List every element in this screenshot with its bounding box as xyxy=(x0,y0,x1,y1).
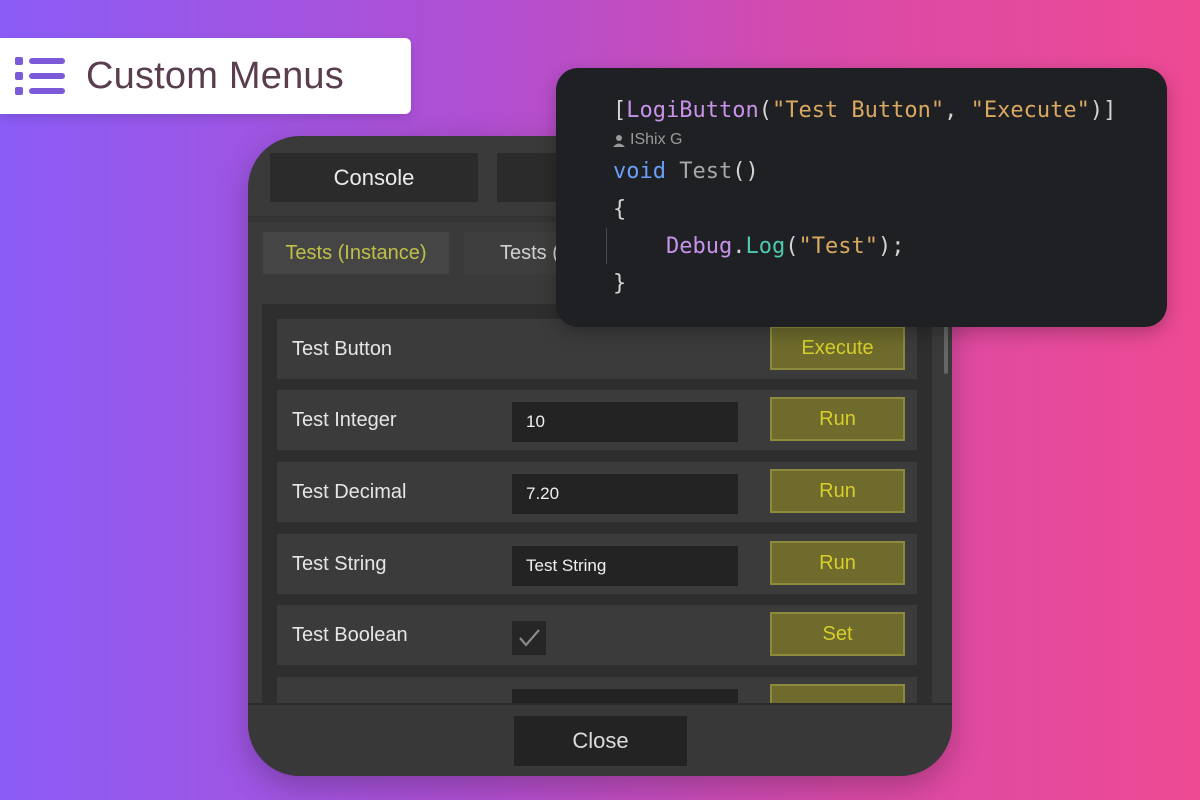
code-token: () xyxy=(732,159,759,184)
code-line-attribute: [LogiButton("Test Button", "Execute")] xyxy=(613,98,1116,123)
code-line-signature: void Test() xyxy=(613,159,759,184)
code-function: Test xyxy=(679,159,733,184)
code-token: , xyxy=(944,98,971,123)
close-button[interactable]: Close xyxy=(514,716,687,766)
code-keyword: void xyxy=(613,159,666,184)
set-button[interactable]: Set xyxy=(770,612,905,656)
boolean-checkbox[interactable] xyxy=(512,621,546,655)
row-label: Test String xyxy=(292,552,387,575)
tab-console[interactable]: Console xyxy=(270,153,478,202)
tab-tests-instance[interactable]: Tests (Instance) xyxy=(263,232,449,274)
test-row: Test String Test String Run xyxy=(277,534,917,594)
run-button[interactable]: Run xyxy=(770,541,905,585)
list-icon xyxy=(15,57,65,95)
header-badge: Custom Menus xyxy=(0,38,411,114)
code-line-close-brace: } xyxy=(613,271,627,296)
code-line-open-brace: { xyxy=(613,197,627,222)
code-token: . xyxy=(732,234,746,259)
row-label: Test Decimal xyxy=(292,480,407,503)
test-row: Test Decimal 7.20 Run xyxy=(277,462,917,522)
test-row: Test Boolean Set xyxy=(277,605,917,665)
indent-guide xyxy=(606,228,607,264)
code-string: "Test Button" xyxy=(771,98,945,123)
row-label: Test Boolean xyxy=(292,623,408,646)
run-button[interactable]: Run xyxy=(770,397,905,441)
code-token: ); xyxy=(877,234,905,259)
code-token: ( xyxy=(758,98,772,123)
code-line-body: Debug.Log("Test"); xyxy=(666,234,904,259)
person-icon xyxy=(613,134,625,147)
code-token: ( xyxy=(785,234,799,259)
code-snippet: [LogiButton("Test Button", "Execute")] I… xyxy=(556,68,1167,327)
code-author: IShix G xyxy=(613,131,682,149)
code-string: "Test" xyxy=(798,234,878,259)
code-token: [ xyxy=(613,98,627,123)
code-string: "Execute" xyxy=(970,98,1090,123)
code-attribute-name: LogiButton xyxy=(626,98,759,123)
page-title: Custom Menus xyxy=(86,55,344,97)
code-method: Log xyxy=(745,234,786,259)
test-row: Test Integer 10 Run xyxy=(277,390,917,450)
decimal-input[interactable]: 7.20 xyxy=(512,474,738,514)
test-row: Test Button Execute xyxy=(277,319,917,379)
code-type: Debug xyxy=(666,234,733,259)
row-label: Test Button xyxy=(292,337,393,360)
row-label: Test Integer xyxy=(292,408,397,431)
code-token: )] xyxy=(1089,98,1117,123)
scrollbar-thumb[interactable] xyxy=(944,326,948,374)
integer-input[interactable]: 10 xyxy=(512,402,738,442)
author-name: IShix G xyxy=(630,131,683,148)
checkmark-icon xyxy=(519,629,540,647)
run-button[interactable]: Run xyxy=(770,469,905,513)
execute-button[interactable]: Execute xyxy=(770,326,905,370)
string-input[interactable]: Test String xyxy=(512,546,738,586)
